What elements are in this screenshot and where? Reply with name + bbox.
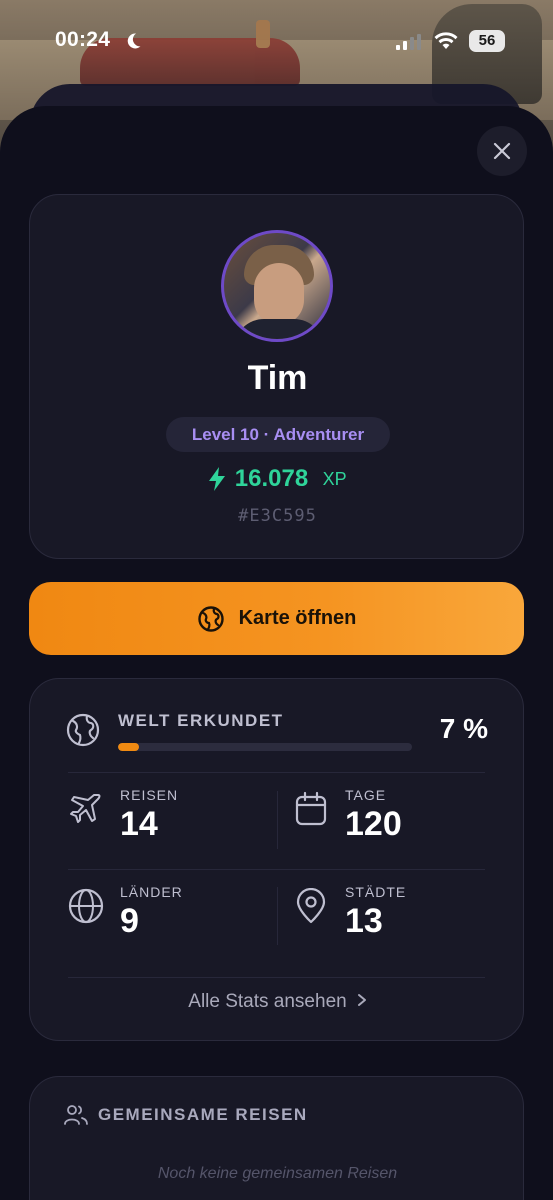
wifi-icon <box>434 32 458 49</box>
stat-label: LÄNDER <box>120 884 183 900</box>
battery-icon: 56 <box>469 30 505 52</box>
close-icon <box>493 142 511 160</box>
globe-icon <box>197 605 224 632</box>
level-badge: Level 10 · Adventurer <box>166 417 390 452</box>
map-pin-icon <box>296 888 326 924</box>
xp-display: 16.078 XP <box>30 465 525 493</box>
stat-value: 14 <box>120 805 158 843</box>
world-map-icon <box>66 713 100 747</box>
shared-trips-empty: Noch keine gemeinsamen Reisen <box>157 1165 398 1182</box>
divider <box>68 772 485 773</box>
divider <box>68 869 485 870</box>
stat-label: TAGE <box>345 787 387 803</box>
globe-icon <box>68 888 104 924</box>
shared-trips-card: GEMEINSAME REISEN Noch keine gemeinsamen… <box>29 1076 524 1200</box>
all-stats-label: Alle Stats ansehen <box>188 991 347 1012</box>
status-time: 00:24 <box>55 28 111 51</box>
profile-name: Tim <box>247 359 308 397</box>
stat-value: 9 <box>120 902 139 940</box>
world-explored-label: WELT ERKUNDET <box>118 711 284 730</box>
avatar[interactable] <box>221 230 333 342</box>
moon-icon <box>127 33 141 49</box>
stats-card: WELT ERKUNDET 7 % REISEN 14 TAGE 120 LÄN… <box>29 678 524 1041</box>
all-stats-link[interactable]: Alle Stats ansehen <box>30 991 525 1013</box>
profile-card: Tim Level 10 · Adventurer 16.078 XP #E3C… <box>29 194 524 559</box>
divider <box>277 887 278 945</box>
xp-value: 16.078 <box>234 465 309 492</box>
world-progress-fill <box>118 743 139 751</box>
lightning-icon <box>209 467 226 491</box>
airplane-icon <box>70 794 101 823</box>
stat-value: 120 <box>345 805 402 843</box>
user-code: #E3C595 <box>238 506 317 526</box>
chevron-right-icon <box>357 994 366 1006</box>
shared-trips-title: GEMEINSAME REISEN <box>98 1105 308 1124</box>
close-button[interactable] <box>477 126 527 176</box>
people-icon <box>64 1105 88 1125</box>
stat-label: STÄDTE <box>345 884 407 900</box>
calendar-icon <box>295 791 327 826</box>
open-map-label: Karte öffnen <box>238 607 357 629</box>
stat-value: 13 <box>345 902 383 940</box>
divider <box>277 791 278 849</box>
open-map-button[interactable]: Karte öffnen <box>29 582 524 655</box>
divider <box>68 977 485 978</box>
world-percent: 7 % <box>439 713 488 744</box>
stat-label: REISEN <box>120 787 179 803</box>
status-bar: 00:24 56 <box>0 28 553 56</box>
signal-icon <box>396 34 421 50</box>
xp-unit: XP <box>322 468 347 489</box>
world-progress-bar <box>118 743 412 751</box>
